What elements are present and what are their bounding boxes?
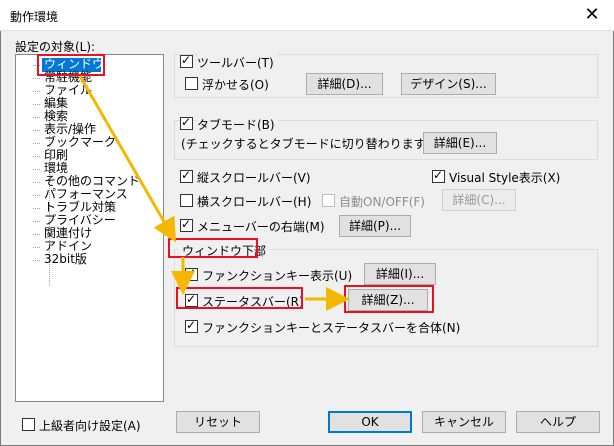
toolbar-design-button[interactable]: デザイン(S)... — [401, 73, 496, 95]
tree-branch-line — [33, 130, 40, 131]
tabmode-detail-button[interactable]: 詳細(E)... — [423, 132, 497, 154]
tree-item[interactable]: 32bit版 — [44, 253, 87, 266]
tree-branch-line — [33, 247, 40, 248]
tree-branch-line — [33, 169, 40, 170]
tree-branch-line — [33, 234, 40, 235]
menubar-label: メニューバーの右端(M) — [197, 220, 325, 234]
status-bar-detail-button[interactable]: 詳細(Z)... — [348, 289, 428, 311]
ok-button[interactable]: OK — [328, 411, 412, 433]
auto-onoff-checkbox[interactable] — [322, 194, 335, 207]
tree-label: 設定の対象(L): — [15, 40, 96, 54]
title-bar: 動作環境 ✕ — [0, 0, 614, 31]
status-bar-label: ステータスバー(R) — [202, 295, 304, 309]
auto-onoff-label: 自動ON/OFF(F) — [339, 195, 425, 209]
combine-label: ファンクションキーとステータスバーを合体(N) — [202, 321, 461, 335]
visual-style-label: Visual Style表示(X) — [449, 171, 561, 185]
toolbar-detail-button[interactable]: 詳細(D)... — [306, 73, 383, 95]
tree-branch-line — [33, 78, 40, 79]
tree-branch-line — [33, 182, 40, 183]
tabmode-checkbox[interactable] — [180, 115, 193, 130]
tree-branch-line — [33, 91, 40, 92]
hscroll-checkbox[interactable] — [180, 194, 193, 207]
tree-branch-line — [33, 117, 40, 118]
tree-branch-line — [33, 260, 40, 261]
window-title: 動作環境 — [10, 10, 59, 24]
tree-branch-line — [33, 156, 40, 157]
tree-branch-line — [33, 104, 40, 105]
toolbar-checkbox[interactable] — [180, 53, 193, 68]
vscroll-label: 縦スクロールバー(V) — [197, 171, 311, 185]
toolbar-label: ツールバー(T) — [197, 54, 277, 71]
help-button[interactable]: ヘルプ — [516, 411, 600, 433]
visual-style-checkbox[interactable] — [432, 168, 445, 183]
float-label: 浮かせる(O) — [202, 78, 269, 92]
status-bar-checkbox[interactable] — [185, 292, 198, 307]
tree-branch-line — [33, 221, 40, 222]
reset-button[interactable]: リセット — [176, 411, 260, 433]
cancel-button[interactable]: キャンセル — [422, 411, 506, 433]
menubar-checkbox[interactable] — [180, 217, 193, 232]
advanced-label: 上級者向け設定(A) — [39, 419, 141, 433]
menubar-detail-button[interactable]: 詳細(P)... — [339, 215, 411, 237]
tree-branch-line — [33, 208, 40, 209]
function-key-detail-button[interactable]: 詳細(I)... — [364, 263, 436, 285]
float-checkbox[interactable] — [185, 77, 198, 90]
tree-branch-line — [33, 65, 40, 66]
vscroll-checkbox[interactable] — [180, 168, 193, 183]
tabmode-label: タブモード(B) — [197, 116, 278, 133]
tabmode-note: (チェックするとタブモードに切り替わります) — [181, 137, 431, 151]
advanced-checkbox[interactable] — [22, 418, 35, 431]
hscroll-label: 横スクロールバー(H) — [197, 195, 312, 209]
combine-checkbox[interactable] — [185, 318, 198, 333]
close-icon[interactable]: ✕ — [580, 4, 604, 26]
tree-branch-line — [33, 195, 40, 196]
function-key-label: ファンクションキー表示(U) — [202, 269, 353, 283]
function-key-checkbox[interactable] — [185, 266, 198, 281]
auto-onoff-detail-button[interactable]: 詳細(C)... — [442, 189, 516, 211]
tree-branch-line — [33, 143, 40, 144]
window-bottom-title: ウィンドウ下部 — [179, 242, 270, 259]
